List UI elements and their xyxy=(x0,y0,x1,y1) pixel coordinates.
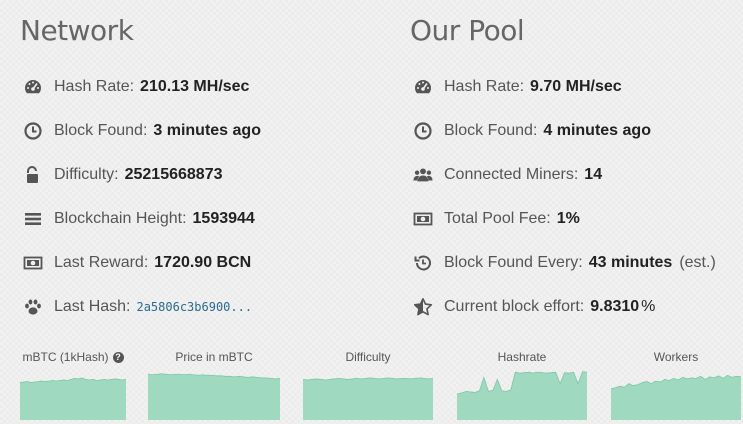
stat-value: 25215668873 xyxy=(124,166,223,183)
unlock-icon xyxy=(22,164,44,186)
help-icon[interactable]: ? xyxy=(112,351,124,363)
chart-label-hashrate: Hashrate xyxy=(497,350,547,364)
stat-label: Block Found Every: xyxy=(444,254,583,271)
stat-value: 9.8310 xyxy=(590,298,640,315)
stat-label: Total Pool Fee: xyxy=(444,210,551,227)
sparkline-mbtc[interactable] xyxy=(20,368,126,420)
last-hash-link[interactable]: 2a5806c3b6900... xyxy=(136,300,252,314)
chart-label-difficulty: Difficulty xyxy=(345,350,391,364)
network-difficulty: Difficulty: 25215668873 xyxy=(20,163,223,187)
percent-suffix: % xyxy=(641,298,656,315)
stat-label: Difficulty: xyxy=(54,166,119,183)
stat-label: Block Found: xyxy=(54,122,148,139)
stat-label: Connected Miners: xyxy=(444,166,579,183)
stat-value: 1% xyxy=(556,210,580,227)
pool-block-found: Block Found: 4 minutes ago xyxy=(410,119,651,143)
paw-icon xyxy=(22,296,44,318)
network-title: Network xyxy=(20,14,134,47)
network-blockchain-height: Blockchain Height: 1593944 xyxy=(20,207,255,231)
pool-block-found-every: Block Found Every: 43 minutes (est.) xyxy=(410,251,716,275)
money-icon xyxy=(22,252,44,274)
stat-value: 9.70 MH/sec xyxy=(530,78,622,95)
stat-value: 43 minutes xyxy=(588,254,673,271)
stat-label: Hash Rate: xyxy=(444,78,525,95)
pool-hash-rate: Hash Rate: 9.70 MH/sec xyxy=(410,75,622,99)
bars-icon xyxy=(22,208,44,230)
stat-value: 4 minutes ago xyxy=(543,122,651,139)
sparkline-area xyxy=(20,377,126,420)
clock-icon xyxy=(412,120,434,142)
clock-icon xyxy=(22,120,44,142)
users-icon xyxy=(412,164,434,186)
stat-value: 210.13 MH/sec xyxy=(140,78,250,95)
stat-label: Last Reward: xyxy=(54,254,149,271)
dashboard-icon xyxy=(22,76,44,98)
star-half-icon xyxy=(412,296,434,318)
pool-block-effort: Current block effort: 9.8310 % xyxy=(410,295,655,319)
sparkline-area xyxy=(457,371,587,420)
sparkline-price[interactable] xyxy=(148,368,280,420)
chart-label-price: Price in mBTC xyxy=(175,350,253,364)
stat-label: Last Hash: xyxy=(54,298,131,315)
network-block-found: Block Found: 3 minutes ago xyxy=(20,119,261,143)
stat-label: Blockchain Height: xyxy=(54,210,187,227)
stat-value: 1720.90 BCN xyxy=(154,254,252,271)
chart-label-workers: Workers xyxy=(653,350,699,364)
network-last-reward: Last Reward: 1720.90 BCN xyxy=(20,251,251,275)
history-icon xyxy=(412,252,434,274)
sparkline-difficulty[interactable] xyxy=(303,368,433,420)
sparkline-area xyxy=(611,375,741,420)
sparkline-area xyxy=(148,373,280,420)
estimate-suffix: (est.) xyxy=(679,254,716,271)
sparkline-area xyxy=(303,377,433,420)
network-hash-rate: Hash Rate: 210.13 MH/sec xyxy=(20,75,249,99)
stat-label: Current block effort: xyxy=(444,298,585,315)
stat-value: 3 minutes ago xyxy=(153,122,261,139)
sparkline-hashrate[interactable] xyxy=(457,368,587,420)
dashboard-icon xyxy=(412,76,434,98)
stat-label: Hash Rate: xyxy=(54,78,135,95)
stat-value: 1593944 xyxy=(192,210,255,227)
money-icon xyxy=(412,208,434,230)
network-last-hash: Last Hash: 2a5806c3b6900... xyxy=(20,295,252,319)
chart-label-mbtc: mBTC (1kHash)? xyxy=(20,350,126,364)
stat-label: Block Found: xyxy=(444,122,538,139)
pool-total-fee: Total Pool Fee: 1% xyxy=(410,207,580,231)
pool-title: Our Pool xyxy=(410,14,525,47)
pool-connected-miners: Connected Miners: 14 xyxy=(410,163,602,187)
sparkline-workers[interactable] xyxy=(611,368,741,420)
stat-value: 14 xyxy=(584,166,603,183)
